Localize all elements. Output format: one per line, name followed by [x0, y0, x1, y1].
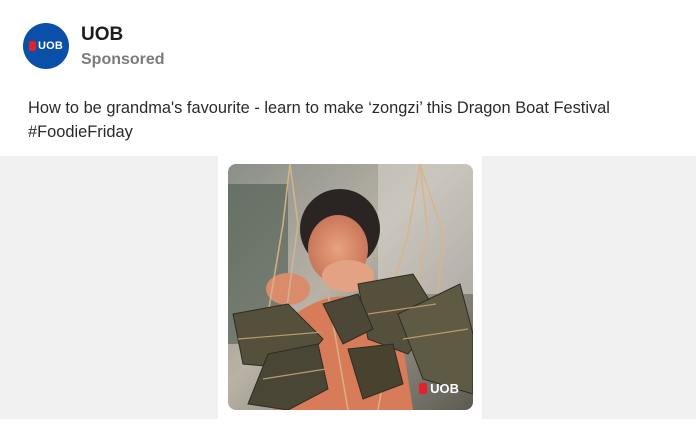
uob-logo-mark-icon — [419, 383, 428, 394]
sponsored-label: Sponsored — [81, 50, 165, 68]
uob-watermark: UOB — [419, 381, 459, 396]
watermark-text: UOB — [430, 381, 459, 396]
avatar[interactable]: UOB — [23, 23, 69, 69]
author-block: UOB Sponsored — [81, 24, 165, 69]
hashtag[interactable]: #FoodieFriday — [28, 120, 678, 144]
uob-logo-mark-icon — [28, 41, 36, 51]
page-name[interactable]: UOB — [81, 24, 165, 46]
post-text: How to be grandma's favourite - learn to… — [28, 96, 678, 144]
avatar-text: UOB — [37, 40, 64, 52]
media-container: UOB — [0, 156, 696, 419]
post-text-line: How to be grandma's favourite - learn to… — [28, 99, 610, 117]
post-image[interactable]: UOB — [228, 164, 473, 410]
post-header: UOB UOB Sponsored — [23, 22, 165, 70]
zongzi-photo — [228, 164, 473, 410]
media-frame: UOB — [218, 156, 482, 419]
